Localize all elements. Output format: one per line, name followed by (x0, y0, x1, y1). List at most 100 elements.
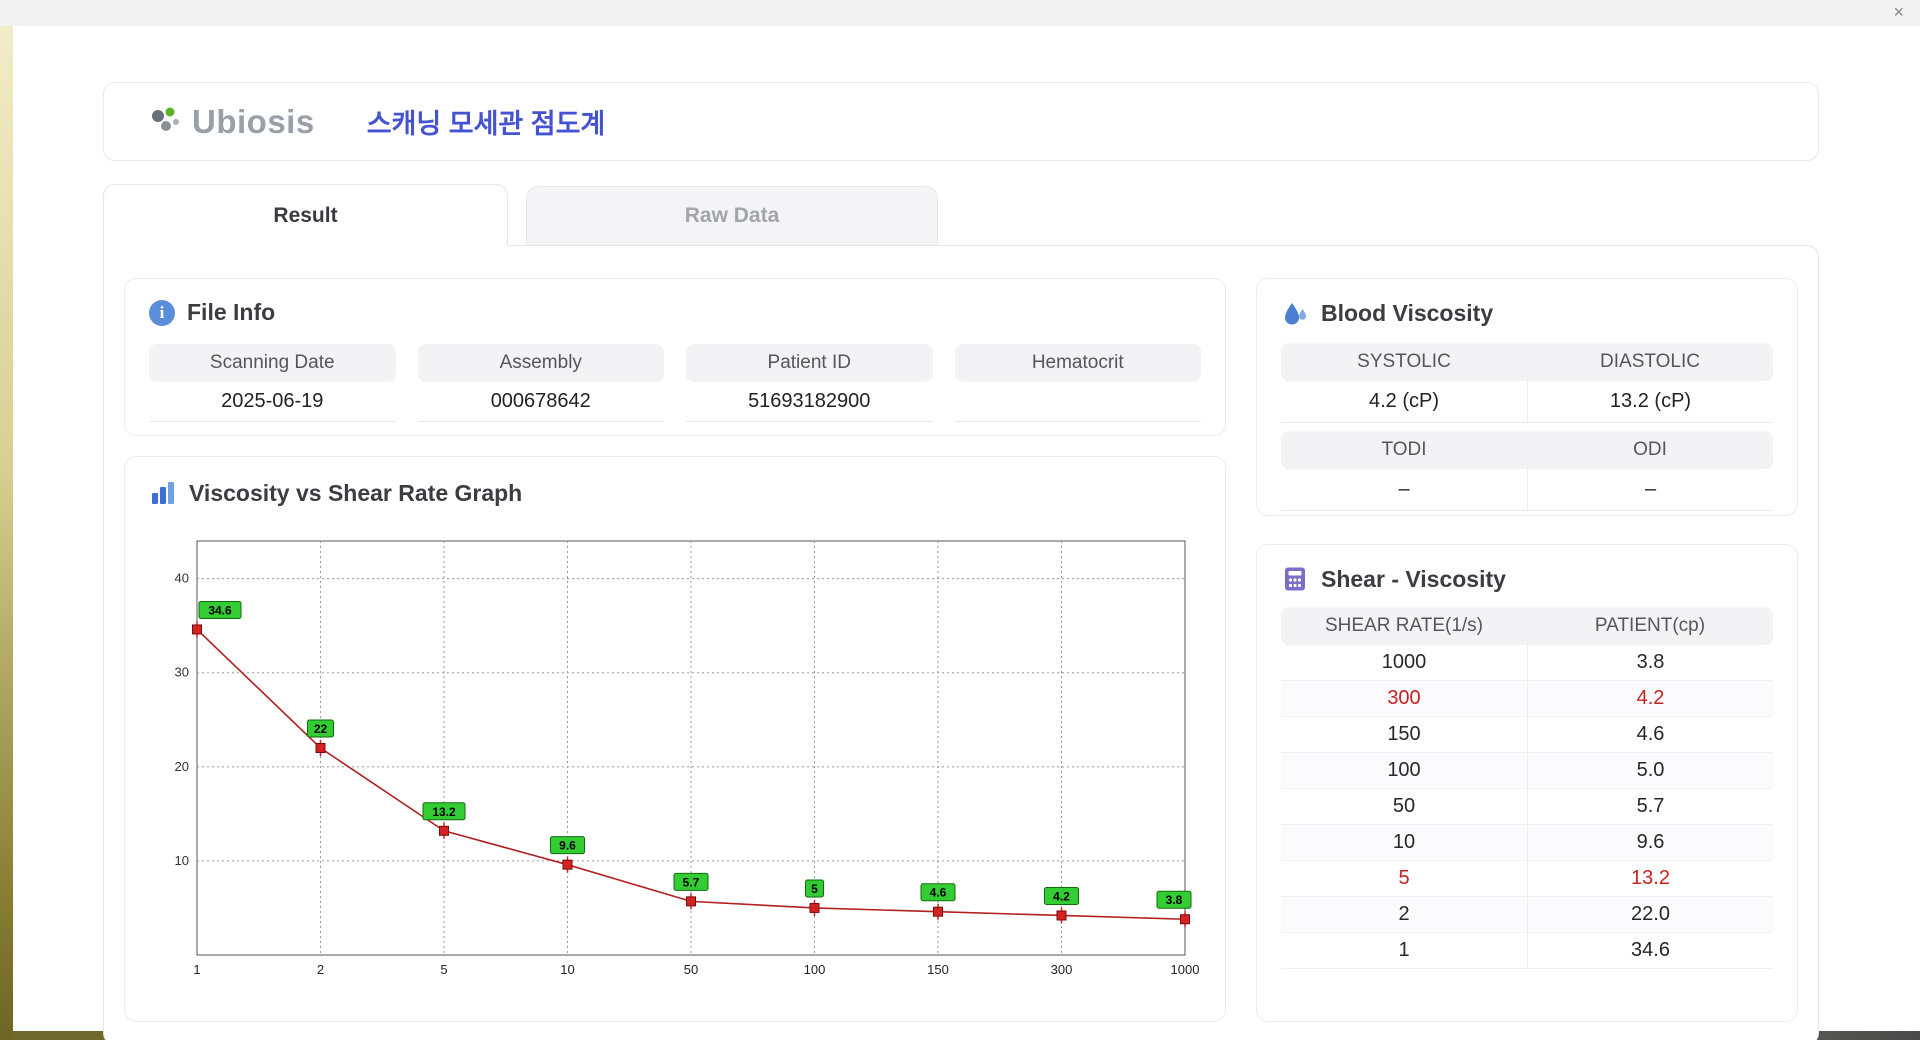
file-info-title: File Info (187, 299, 276, 325)
cell-shear-rate: 5 (1398, 867, 1410, 889)
window-titlebar: × (0, 0, 1920, 26)
table-row: 1000 3.8 (1281, 645, 1773, 681)
tab-raw-data[interactable]: Raw Data (526, 186, 938, 245)
tab-result-label: Result (273, 203, 338, 227)
blood-viscosity-title: Blood Viscosity (1321, 299, 1494, 326)
bv-label-systolic: SYSTOLIC (1281, 343, 1527, 381)
graph-title: Viscosity vs Shear Rate Graph (189, 479, 523, 506)
svg-text:5: 5 (811, 882, 818, 896)
shear-table-header: SHEAR RATE(1/s) PATIENT(cp) (1281, 607, 1773, 645)
cell-patient: 5.0 (1527, 753, 1773, 788)
cell-patient: 13.2 (1527, 861, 1773, 896)
blood-viscosity-title-row: Blood Viscosity (1281, 299, 1773, 327)
blood-viscosity-card: Blood Viscosity SYSTOLIC DIASTOLIC 4.2 (… (1256, 278, 1798, 516)
bv-value-row-1: 4.2 (cP) 13.2 (cP) (1281, 381, 1773, 423)
field-label: Patient ID (686, 344, 933, 382)
svg-text:50: 50 (684, 962, 698, 977)
svg-text:20: 20 (175, 759, 189, 774)
bv-value-odi: – (1527, 469, 1773, 511)
file-info-fields: Scanning Date 2025-06-19 Assembly 000678… (149, 344, 1201, 422)
svg-text:150: 150 (927, 962, 949, 977)
field-patient-id: Patient ID 51693182900 (686, 344, 933, 422)
bv-value-todi: – (1281, 469, 1527, 511)
field-value: 000678642 (417, 382, 664, 422)
col-shear-rate: SHEAR RATE(1/s) (1324, 615, 1483, 636)
field-label: Scanning Date (149, 344, 396, 382)
blood-viscosity-grid: SYSTOLIC DIASTOLIC 4.2 (cP) 13.2 (cP) TO… (1281, 343, 1773, 511)
svg-text:10: 10 (560, 962, 574, 977)
cell-patient: 9.6 (1527, 825, 1773, 860)
svg-text:1000: 1000 (1171, 962, 1199, 977)
cell-patient: 4.2 (1527, 681, 1773, 716)
field-label: Assembly (417, 344, 664, 382)
shear-viscosity-title: Shear - Viscosity (1321, 565, 1506, 592)
bv-value-row-2: – – (1281, 469, 1773, 511)
table-row: 150 4.6 (1281, 717, 1773, 753)
svg-text:2: 2 (317, 962, 324, 977)
field-value: 2025-06-19 (149, 382, 396, 422)
bv-header-row-1: SYSTOLIC DIASTOLIC (1281, 343, 1773, 381)
field-assembly: Assembly 000678642 (417, 344, 664, 422)
chart-wrap: 10 20 30 40 1 2 5 10 50 100 150 300 1000 34.6 22 13.2 9.… (149, 521, 1201, 994)
svg-text:13.2: 13.2 (432, 805, 456, 819)
field-value: 51693182900 (686, 382, 933, 422)
cell-shear-rate: 10 (1392, 831, 1416, 853)
svg-text:34.6: 34.6 (208, 603, 232, 617)
cell-patient: 4.6 (1527, 717, 1773, 752)
cell-patient: 3.8 (1527, 645, 1773, 680)
logo-text: Ubiosis (192, 102, 315, 140)
app-window: × Ubiosis 스캐닝 모세관 점도계 Result Raw Data i … (0, 0, 1920, 1040)
svg-text:4.2: 4.2 (1053, 889, 1070, 903)
shear-viscosity-card: Shear - Viscosity SHEAR RATE(1/s) PATIEN… (1256, 544, 1798, 1022)
cell-shear-rate: 2 (1398, 903, 1410, 925)
svg-text:30: 30 (175, 665, 189, 680)
file-info-title-row: i File Info (149, 299, 1201, 326)
table-row: 5 13.2 (1281, 861, 1773, 897)
shear-viscosity-table: SHEAR RATE(1/s) PATIENT(cp) 1000 3.8 300 4.… (1281, 607, 1773, 969)
close-icon[interactable]: × (1893, 3, 1904, 21)
table-row: 100 5.0 (1281, 753, 1773, 789)
svg-text:9.6: 9.6 (559, 839, 576, 853)
ubiosis-logo-icon (152, 107, 179, 131)
svg-text:300: 300 (1051, 962, 1073, 977)
svg-text:40: 40 (175, 571, 189, 586)
calculator-icon (1285, 567, 1305, 591)
info-icon: i (149, 299, 175, 326)
svg-text:22: 22 (314, 722, 328, 736)
ubiosis-logo: Ubiosis (146, 102, 315, 142)
table-row: 50 5.7 (1281, 789, 1773, 825)
graph-title-row: Viscosity vs Shear Rate Graph (149, 479, 1201, 507)
table-row: 300 4.2 (1281, 681, 1773, 717)
tab-result[interactable]: Result (103, 184, 508, 246)
cell-shear-rate: 300 (1387, 687, 1421, 709)
cell-patient: 5.7 (1527, 789, 1773, 824)
main-sheet: Ubiosis 스캐닝 모세관 점도계 Result Raw Data i Fi… (13, 26, 1920, 1040)
result-panel: i File Info Scanning Date 2025-06-19 Ass… (103, 245, 1819, 1040)
svg-text:3.8: 3.8 (1166, 893, 1183, 907)
field-hematocrit: Hematocrit (954, 344, 1201, 422)
cell-shear-rate: 100 (1387, 759, 1421, 781)
field-value (954, 382, 1201, 422)
svg-text:5.7: 5.7 (683, 875, 700, 889)
bv-label-odi: ODI (1527, 431, 1773, 469)
bv-header-row-2: TODI ODI (1281, 431, 1773, 469)
svg-text:5: 5 (440, 962, 447, 977)
viscosity-chart: 10 20 30 40 1 2 5 10 50 100 150 300 1000 34.6 22 13.2 9.… (175, 540, 1199, 977)
table-row: 1 34.6 (1281, 933, 1773, 969)
field-scanning-date: Scanning Date 2025-06-19 (149, 344, 396, 422)
svg-text:10: 10 (175, 853, 189, 868)
background-left-edge (0, 0, 13, 1040)
graph-card: Viscosity vs Shear Rate Graph 10 20 30 40 1 2… (124, 456, 1226, 1022)
tab-raw-data-label: Raw Data (684, 204, 780, 227)
svg-text:1: 1 (193, 962, 200, 977)
field-label: Hematocrit (954, 344, 1201, 382)
cell-shear-rate: 50 (1392, 795, 1416, 817)
bv-label-todi: TODI (1281, 431, 1527, 469)
app-header: Ubiosis 스캐닝 모세관 점도계 (103, 82, 1819, 161)
bv-value-systolic: 4.2 (cP) (1281, 381, 1527, 423)
cell-shear-rate: 150 (1387, 723, 1421, 745)
cell-patient: 34.6 (1527, 933, 1773, 968)
table-row: 2 22.0 (1281, 897, 1773, 933)
svg-text:4.6: 4.6 (930, 886, 947, 900)
file-info-card: i File Info Scanning Date 2025-06-19 Ass… (124, 278, 1226, 436)
